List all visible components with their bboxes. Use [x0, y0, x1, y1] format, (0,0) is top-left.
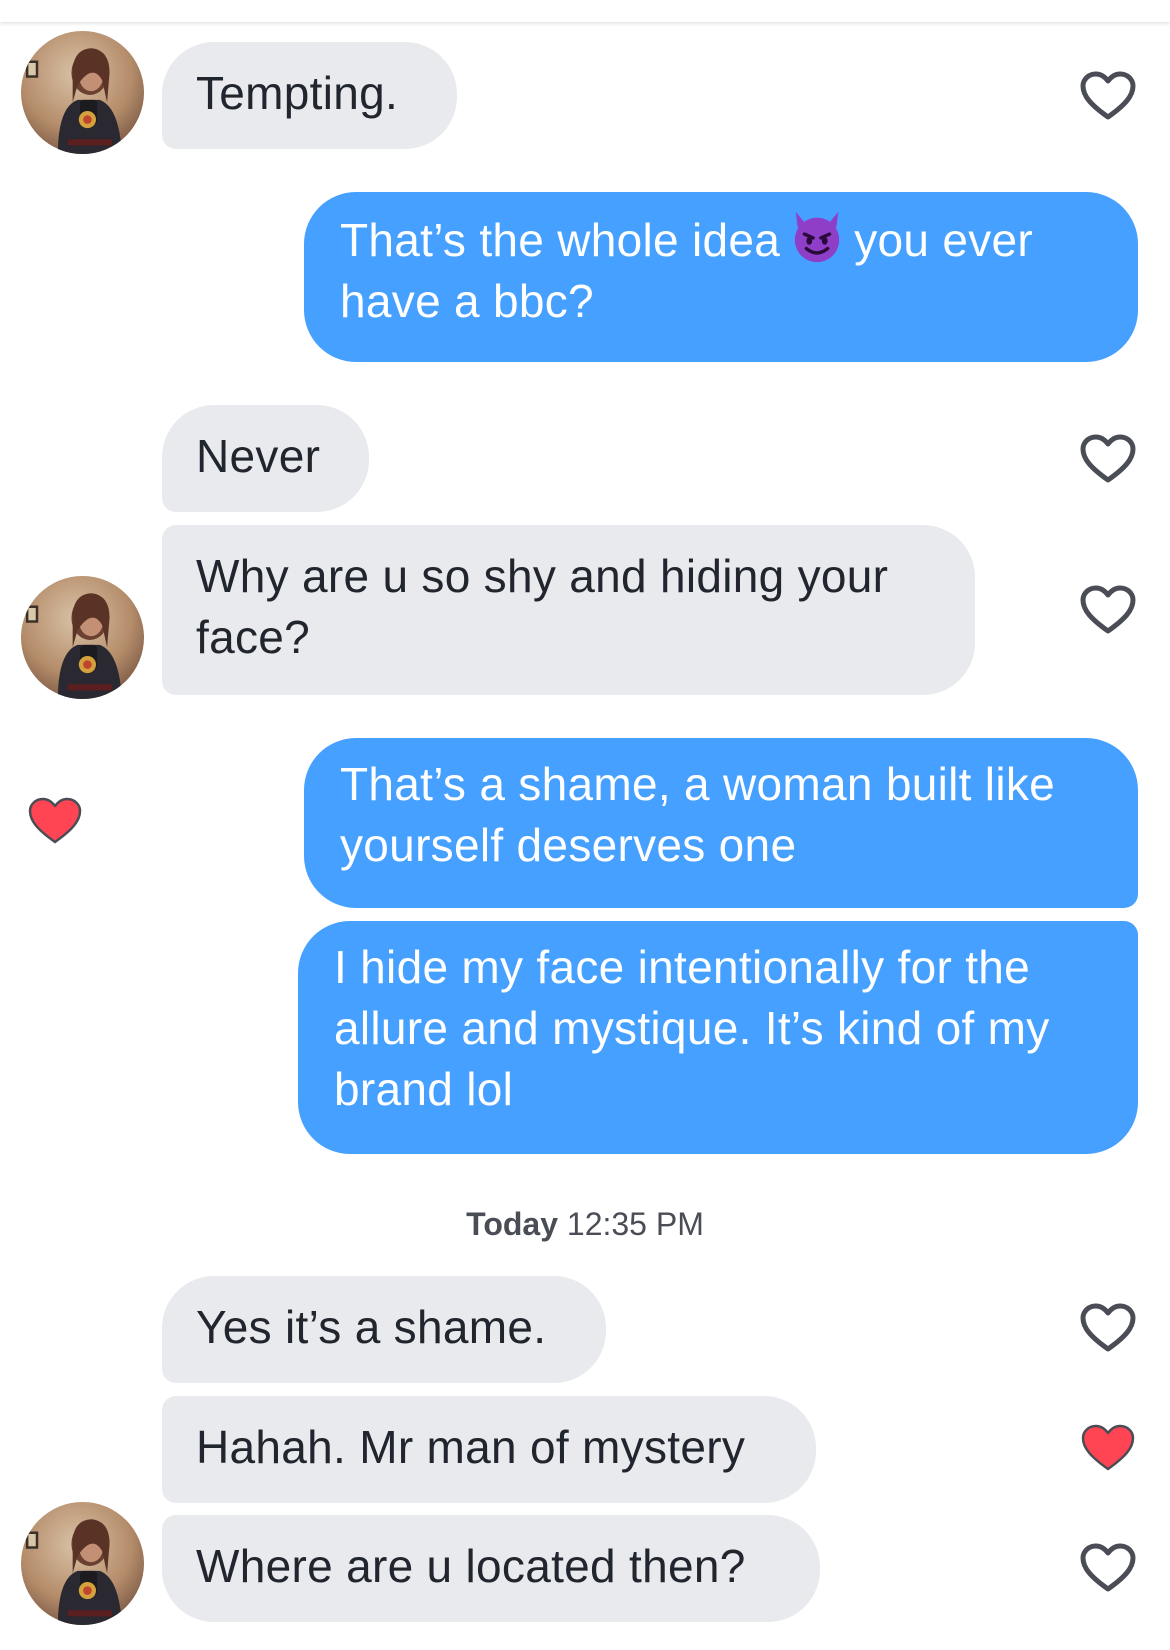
message-text: That’s a shame, a woman built like [340, 758, 1056, 810]
divider-time: 12:35 PM [566, 1206, 704, 1242]
message-text: Yes it’s a shame. [196, 1301, 547, 1353]
incoming-message[interactable]: Hahah. Mr man of mystery [162, 1396, 816, 1503]
message-text: That’s the whole idea [340, 214, 781, 266]
liked-heart-icon[interactable] [1079, 1422, 1137, 1474]
header-edge [0, 0, 1170, 22]
incoming-message[interactable]: Never [162, 405, 369, 512]
contact-avatar[interactable] [21, 1502, 144, 1625]
message-text: allure and mystique. It’s kind of my [334, 1002, 1050, 1054]
outgoing-message[interactable]: I hide my face intentionally for the all… [298, 921, 1138, 1154]
message-text: Why are u so shy and hiding your [196, 550, 889, 602]
contact-avatar[interactable] [21, 31, 144, 154]
like-heart-icon[interactable] [1079, 433, 1137, 485]
date-divider: Today 12:35 PM [0, 1206, 1170, 1243]
avatar-photo [21, 31, 144, 154]
contact-avatar[interactable] [21, 576, 144, 699]
incoming-message[interactable]: Tempting. [162, 42, 457, 149]
message-text: face? [196, 611, 311, 663]
incoming-message[interactable]: Yes it’s a shame. [162, 1276, 606, 1383]
message-text: you ever [854, 214, 1034, 266]
message-text: Hahah. Mr man of mystery [196, 1421, 746, 1473]
like-heart-icon[interactable] [1079, 1542, 1137, 1594]
incoming-message[interactable]: Where are u located then? [162, 1515, 820, 1622]
like-heart-icon[interactable] [1079, 70, 1137, 122]
liked-heart-icon [26, 795, 84, 847]
like-heart-icon[interactable] [1079, 584, 1137, 636]
outgoing-message[interactable]: That’s the whole idea you ever have a bb… [304, 192, 1138, 362]
avatar-photo [21, 1502, 144, 1625]
message-text: Where are u located then? [196, 1540, 746, 1592]
message-text: Tempting. [196, 67, 399, 119]
message-text: brand lol [334, 1063, 514, 1115]
like-heart-icon[interactable] [1079, 1302, 1137, 1354]
message-text: I hide my face intentionally for the [334, 941, 1031, 993]
message-text: Never [196, 430, 321, 482]
message-text: yourself deserves one [340, 819, 797, 871]
smiling-devil-emoji [794, 211, 840, 263]
divider-day: Today [466, 1206, 558, 1242]
outgoing-message[interactable]: That’s a shame, a woman built like yours… [304, 738, 1138, 908]
incoming-message[interactable]: Why are u so shy and hiding your face? [162, 525, 975, 695]
message-text: have a bbc? [340, 275, 594, 327]
avatar-photo [21, 576, 144, 699]
